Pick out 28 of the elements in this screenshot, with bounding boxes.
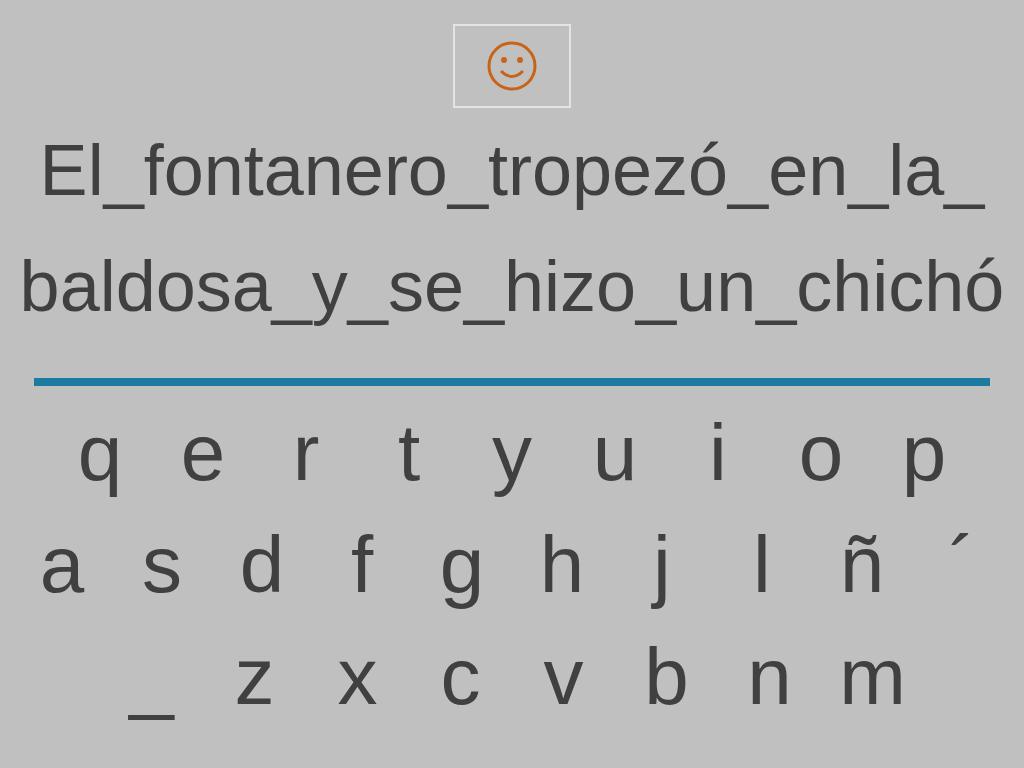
smiley-icon <box>486 40 538 92</box>
letter-key[interactable]: x <box>306 628 409 726</box>
letter-key[interactable]: g <box>412 516 512 614</box>
letter-key[interactable]: m <box>821 628 924 726</box>
letter-key[interactable]: o <box>769 404 873 502</box>
letter-key[interactable]: p <box>872 404 976 502</box>
letter-key[interactable]: u <box>563 404 667 502</box>
letter-key[interactable]: b <box>615 628 718 726</box>
letter-key[interactable]: r <box>254 404 358 502</box>
letter-key[interactable]: j <box>612 516 712 614</box>
letter-key[interactable]: z <box>203 628 306 726</box>
letter-key[interactable]: d <box>212 516 312 614</box>
letter-key[interactable]: f <box>312 516 412 614</box>
letter-key[interactable]: ´ <box>912 516 1012 614</box>
letter-key[interactable]: q <box>48 404 152 502</box>
letter-key[interactable]: n <box>718 628 821 726</box>
letter-key[interactable]: s <box>112 516 212 614</box>
letter-key[interactable]: l <box>712 516 812 614</box>
letter-key[interactable]: a <box>12 516 112 614</box>
letter-key[interactable]: t <box>357 404 461 502</box>
letter-key[interactable]: e <box>151 404 255 502</box>
letter-key[interactable]: v <box>512 628 615 726</box>
letter-key[interactable]: _ <box>100 628 203 726</box>
letter-key[interactable]: i <box>666 404 770 502</box>
letter-key[interactable]: c <box>409 628 512 726</box>
letter-key[interactable]: ñ <box>812 516 912 614</box>
letter-key[interactable]: y <box>460 404 564 502</box>
letter-key[interactable]: h <box>512 516 612 614</box>
